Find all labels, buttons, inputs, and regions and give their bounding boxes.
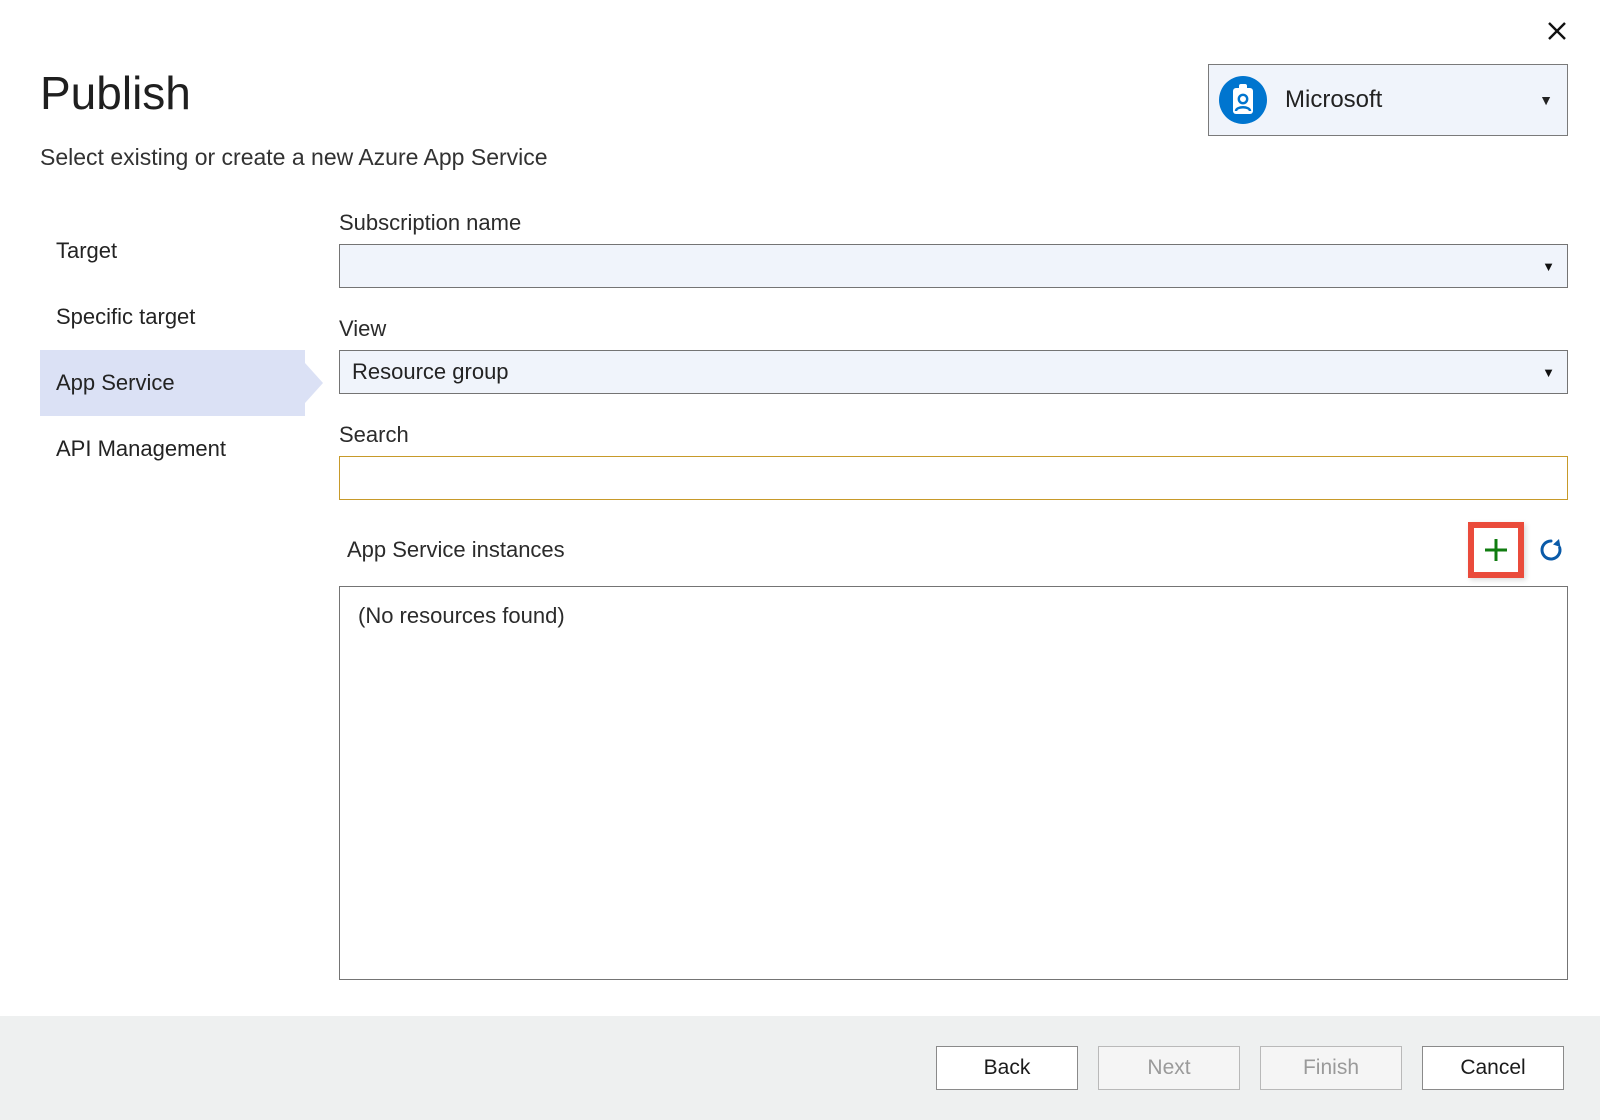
- refresh-icon: [1537, 536, 1565, 564]
- view-dropdown[interactable]: Resource group ▼: [339, 350, 1568, 394]
- app-service-instances-label: App Service instances: [339, 537, 565, 563]
- next-button: Next: [1098, 1046, 1240, 1090]
- sidebar-item-app-service[interactable]: App Service: [40, 350, 305, 416]
- sidebar-item-label: App Service: [56, 370, 175, 396]
- sidebar-item-label: Specific target: [56, 304, 195, 330]
- finish-button: Finish: [1260, 1046, 1402, 1090]
- close-button[interactable]: [1540, 14, 1574, 48]
- sidebar-item-target[interactable]: Target: [40, 218, 305, 284]
- add-app-service-button[interactable]: [1468, 522, 1524, 578]
- sidebar-item-api-management[interactable]: API Management: [40, 416, 305, 482]
- plus-icon: [1481, 535, 1511, 565]
- subscription-name-label: Subscription name: [339, 210, 1568, 236]
- app-service-instances-list[interactable]: (No resources found): [339, 586, 1568, 980]
- chevron-down-icon: ▼: [1539, 92, 1557, 108]
- back-button[interactable]: Back: [936, 1046, 1078, 1090]
- account-dropdown[interactable]: Microsoft ▼: [1208, 64, 1568, 136]
- cancel-button[interactable]: Cancel: [1422, 1046, 1564, 1090]
- close-icon: [1547, 21, 1567, 41]
- publish-wizard-sidebar: Target Specific target App Service API M…: [40, 210, 305, 980]
- chevron-down-icon: ▼: [1542, 259, 1555, 274]
- search-label: Search: [339, 422, 1568, 448]
- chevron-down-icon: ▼: [1542, 365, 1555, 380]
- instances-empty-text: (No resources found): [358, 603, 565, 628]
- page-subtitle: Select existing or create a new Azure Ap…: [40, 144, 548, 171]
- sidebar-item-label: Target: [56, 238, 117, 264]
- wizard-footer: Back Next Finish Cancel: [0, 1016, 1600, 1120]
- sidebar-item-specific-target[interactable]: Specific target: [40, 284, 305, 350]
- account-label: Microsoft: [1285, 86, 1539, 114]
- account-avatar-icon: [1219, 76, 1267, 124]
- view-value: Resource group: [352, 359, 509, 385]
- page-title: Publish: [40, 66, 548, 120]
- search-input[interactable]: [339, 456, 1568, 500]
- refresh-button[interactable]: [1534, 533, 1568, 567]
- subscription-name-dropdown[interactable]: ▼: [339, 244, 1568, 288]
- sidebar-item-label: API Management: [56, 436, 226, 462]
- view-label: View: [339, 316, 1568, 342]
